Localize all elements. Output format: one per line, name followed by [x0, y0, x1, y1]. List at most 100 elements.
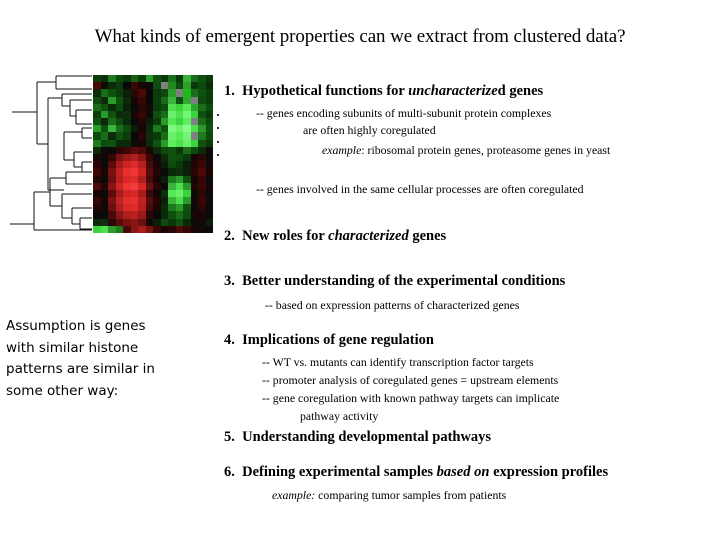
row-dot [217, 114, 219, 116]
heatmap-cell [153, 103, 161, 111]
heatmap-cell [153, 132, 161, 140]
heatmap-cell [168, 197, 176, 205]
heatmap-cell [160, 175, 168, 183]
heatmap-cell [168, 153, 176, 162]
heatmap-cell [123, 146, 131, 154]
heatmap-cell [115, 110, 123, 119]
list-item-2-heading: 2. New roles for characterized genes [224, 228, 446, 245]
heatmap-cell [93, 103, 101, 111]
list-item-5-heading-pre: Understanding developmental pathways [242, 429, 492, 445]
heatmap-cell [175, 125, 183, 133]
heatmap-cell [123, 218, 131, 226]
heatmap-cell [93, 75, 101, 83]
heatmap-cell [198, 110, 206, 119]
heatmap-cell [138, 189, 146, 198]
heatmap-cell [160, 146, 168, 154]
heatmap-cell [190, 182, 198, 190]
heatmap-cell [205, 132, 213, 140]
heatmap-cell [130, 96, 138, 104]
heatmap-cell [153, 125, 161, 133]
heatmap-cell [115, 153, 123, 162]
heatmap-cell [205, 189, 213, 198]
standalone-sub-bullet: -- genes involved in the same cellular p… [256, 182, 584, 196]
heatmap-cell [153, 204, 161, 212]
heatmap-cell [145, 225, 153, 233]
heatmap-cell [123, 89, 131, 97]
heatmap-cell [100, 211, 108, 219]
heatmap-cell [168, 82, 176, 90]
heatmap-cell [100, 225, 108, 233]
heatmap-cell [175, 175, 183, 183]
heatmap-cell [123, 168, 131, 176]
heatmap-cell [130, 103, 138, 111]
list-item-6-example: example: comparing tumor samples from pa… [272, 487, 506, 504]
heatmap-cell [205, 89, 213, 97]
heatmap-cell [168, 168, 176, 176]
heatmap-cell [205, 153, 213, 162]
list-item-4-sub-1: -- promoter analysis of coregulated gene… [262, 373, 559, 387]
heatmap-cell [108, 204, 116, 212]
heatmap-cell [198, 175, 206, 183]
list-item-1-sub-1: are often highly coregulated [303, 123, 436, 137]
heatmap-cell [145, 139, 153, 147]
heatmap-cell [183, 118, 191, 126]
heatmap-cell [183, 96, 191, 104]
heatmap-cell [160, 168, 168, 176]
heatmap-cell [175, 146, 183, 154]
heatmap-cell [123, 75, 131, 83]
heatmap-cell [93, 204, 101, 212]
heatmap-cell [183, 197, 191, 205]
heatmap-cell [183, 82, 191, 90]
heatmap-cell [190, 168, 198, 176]
heatmap-cell [115, 197, 123, 205]
heatmap-cell [130, 218, 138, 226]
heatmap-cell [130, 139, 138, 147]
heatmap-cell [168, 96, 176, 104]
heatmap-cell [100, 218, 108, 226]
heatmap-cell [198, 225, 206, 233]
heatmap-cell [123, 103, 131, 111]
heatmap-cell [123, 139, 131, 147]
heatmap-cell [183, 89, 191, 97]
heatmap-cell [93, 175, 101, 183]
heatmap-cell [190, 103, 198, 111]
heatmap-cell [205, 225, 213, 233]
heatmap-cell [138, 204, 146, 212]
heatmap-cell [205, 197, 213, 205]
heatmap-cell [175, 139, 183, 147]
heatmap-cell [175, 118, 183, 126]
heatmap-cell [175, 218, 183, 226]
heatmap-cell [190, 175, 198, 183]
heatmap-cell [115, 225, 123, 233]
heatmap-cell [108, 89, 116, 97]
heatmap-cell [190, 211, 198, 219]
list-item-1-heading: 1. Hypothetical functions for uncharacte… [224, 83, 543, 100]
heatmap-cell [115, 89, 123, 97]
heatmap-cell [138, 153, 146, 162]
heatmap-cell [108, 175, 116, 183]
heatmap-cell [93, 161, 101, 169]
list-item-6-heading: 6. Defining experimental samples based o… [224, 464, 608, 481]
heatmap-cell [198, 132, 206, 140]
heatmap-cell [175, 225, 183, 233]
heatmap-cell [160, 125, 168, 133]
list-item-6-heading-post: expression profiles [489, 464, 609, 480]
list-item-1-example-text: : ribosomal protein genes, proteasome ge… [361, 143, 611, 157]
heatmap-cell [205, 161, 213, 169]
heatmap-cell [198, 118, 206, 126]
list-item-4-heading: 4. Implications of gene regulation [224, 332, 434, 349]
heatmap-cell [100, 82, 108, 90]
heatmap-cell [175, 82, 183, 90]
heatmap-cell [130, 132, 138, 140]
heatmap-cell [138, 161, 146, 169]
list-item-1-heading-post: d genes [497, 83, 544, 99]
heatmap-cell [130, 225, 138, 233]
heatmap-cell [183, 125, 191, 133]
heatmap-cell [175, 189, 183, 198]
heatmap-cell [160, 139, 168, 147]
heatmap-cell [183, 103, 191, 111]
heatmap-cell [145, 197, 153, 205]
heatmap-cell [190, 225, 198, 233]
heatmap-cell [190, 82, 198, 90]
list-item-4-sub-0: -- WT vs. mutants can identify transcrip… [262, 355, 534, 369]
